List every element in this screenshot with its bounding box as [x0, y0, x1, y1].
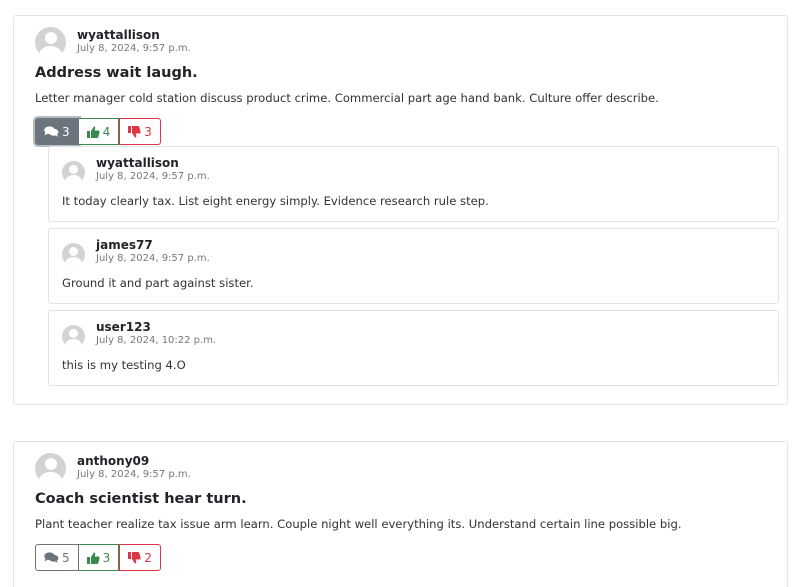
comment-username[interactable]: user123 — [96, 321, 216, 333]
thumbs-down-icon — [128, 125, 141, 137]
likes-count: 4 — [102, 124, 111, 139]
like-button[interactable]: 3 — [78, 544, 120, 571]
post-actions: 3 4 3 — [35, 118, 161, 145]
user-avatar-icon — [35, 27, 66, 58]
thumbs-up-icon — [86, 126, 100, 138]
dislikes-count: 2 — [144, 550, 152, 565]
author-username[interactable]: anthony09 — [77, 455, 191, 467]
comment-username[interactable]: wyattallison — [96, 157, 210, 169]
dislike-button[interactable]: 3 — [119, 118, 161, 145]
user-avatar-icon — [62, 243, 85, 266]
comment-author: james77 July 8, 2024, 9:57 p.m. — [62, 237, 210, 266]
comment-body: Ground it and part against sister. — [62, 276, 254, 290]
comments-icon — [44, 552, 59, 563]
comment-body: this is my testing 4.O — [62, 358, 186, 372]
like-button[interactable]: 4 — [78, 118, 120, 145]
author-username[interactable]: wyattallison — [77, 29, 191, 41]
post-date: July 8, 2024, 9:57 p.m. — [77, 43, 191, 54]
post-title: Address wait laugh. — [35, 65, 198, 81]
post-date: July 8, 2024, 9:57 p.m. — [77, 469, 191, 480]
comment-author: wyattallison July 8, 2024, 9:57 p.m. — [62, 155, 210, 184]
comment-card: user123 July 8, 2024, 10:22 p.m. this is… — [48, 310, 779, 386]
comments-toggle-button[interactable]: 5 — [35, 544, 79, 571]
thumbs-down-icon — [128, 551, 141, 563]
dislikes-count: 3 — [144, 124, 152, 139]
user-avatar-icon — [35, 453, 66, 484]
comment-username[interactable]: james77 — [96, 239, 210, 251]
comments-toggle-button[interactable]: 3 — [35, 118, 79, 145]
comment-card: wyattallison July 8, 2024, 9:57 p.m. It … — [48, 146, 779, 222]
thumbs-up-icon — [86, 552, 100, 564]
comment-date: July 8, 2024, 10:22 p.m. — [96, 335, 217, 346]
dislike-button[interactable]: 2 — [119, 544, 161, 571]
user-avatar-icon — [62, 325, 85, 348]
comments-count: 5 — [62, 550, 70, 565]
post-body: Letter manager cold station discuss prod… — [35, 91, 659, 105]
post-card: wyattallison July 8, 2024, 9:57 p.m. Add… — [13, 15, 788, 405]
comment-date: July 8, 2024, 9:57 p.m. — [96, 253, 210, 264]
post-author: wyattallison July 8, 2024, 9:57 p.m. — [35, 27, 191, 58]
post-card: anthony09 July 8, 2024, 9:57 p.m. Coach … — [13, 441, 788, 587]
comment-body: It today clearly tax. List eight energy … — [62, 194, 489, 208]
comment-author: user123 July 8, 2024, 10:22 p.m. — [62, 319, 216, 348]
post-body: Plant teacher realize tax issue arm lear… — [35, 517, 682, 531]
user-avatar-icon — [62, 161, 85, 184]
comments-count: 3 — [62, 124, 70, 139]
comments-icon — [44, 126, 59, 137]
post-title: Coach scientist hear turn. — [35, 491, 247, 507]
post-author: anthony09 July 8, 2024, 9:57 p.m. — [35, 453, 191, 484]
comment-date: July 8, 2024, 9:57 p.m. — [96, 171, 210, 182]
likes-count: 3 — [102, 550, 111, 565]
post-actions: 5 3 2 — [35, 544, 161, 571]
comment-card: james77 July 8, 2024, 9:57 p.m. Ground i… — [48, 228, 779, 304]
